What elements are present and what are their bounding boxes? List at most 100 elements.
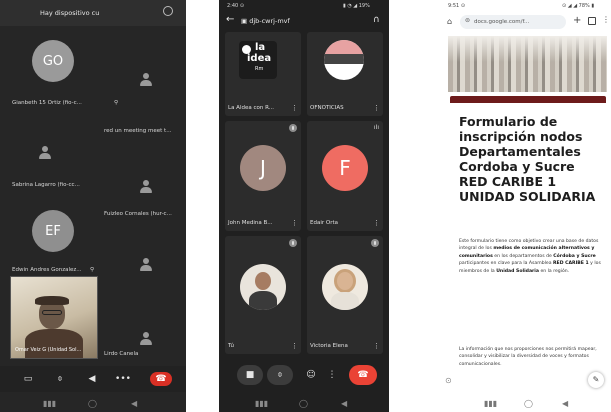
- banner-band: [324, 54, 364, 64]
- speaker-icon[interactable]: ◀: [83, 372, 101, 386]
- form-title: Formulario de inscripción nodos Departam…: [459, 114, 596, 204]
- header-title: Hay dispositivo cu: [40, 9, 100, 17]
- profile-photo: [240, 264, 286, 310]
- glasses: [42, 310, 62, 315]
- photo-body: [249, 291, 277, 310]
- tabs-icon[interactable]: [588, 17, 596, 25]
- headphones-icon[interactable]: ∩: [373, 15, 380, 25]
- participant-name: Edair Orta: [310, 220, 338, 226]
- pin-icon[interactable]: ⚲: [90, 267, 94, 273]
- end-call-icon[interactable]: ☎: [349, 365, 377, 385]
- avatar: EF: [32, 210, 74, 252]
- person-icon: [39, 146, 51, 160]
- tile-menu-icon[interactable]: ⋮: [373, 342, 380, 350]
- status-bar: 2:40 ⊙ ▮ ◔ ◢ 19%: [219, 0, 389, 12]
- pin-icon[interactable]: ⚲: [114, 100, 118, 106]
- back-icon[interactable]: ◀: [341, 399, 347, 408]
- tile-menu-icon[interactable]: ⋮: [373, 104, 380, 112]
- logo-text: la: [255, 42, 266, 53]
- home-icon[interactable]: ◯: [524, 399, 533, 408]
- recent-apps-icon[interactable]: ▮▮▮: [43, 399, 56, 408]
- avatar: GO: [32, 40, 74, 82]
- form-description: Este formulario tiene como objetivo crea…: [459, 238, 605, 275]
- avatar-initials: EF: [45, 223, 61, 239]
- meeting-code[interactable]: ▣ djb-cwrj-mvf: [241, 17, 290, 25]
- back-icon[interactable]: ◀: [562, 399, 568, 408]
- call-controls: ▭ ⌽ ◀ ••• ☎: [0, 366, 186, 392]
- call-controls: ■ ⌽ ☺ ⋮ ☎: [225, 364, 383, 388]
- text-run: participantes en clave para la Asamblea: [459, 261, 554, 267]
- participant-name: Gianbeth 15 Ortiz (fio-c...: [12, 100, 82, 106]
- participant-name: Victoria Elena: [310, 343, 348, 349]
- tile-menu-icon[interactable]: ⋮: [291, 219, 298, 227]
- more-icon[interactable]: •••: [114, 372, 132, 386]
- status-icons: ▮ ◔ ◢ 19%: [343, 3, 370, 9]
- participant-tile[interactable]: ıIı F Edair Orta ⋮: [307, 121, 383, 231]
- avatar: J: [240, 145, 286, 191]
- meet-grid-screen: 2:40 ⊙ ▮ ◔ ◢ 19% ← ▣ djb-cwrj-mvf ∩ la i…: [219, 0, 389, 412]
- avatar-initial: J: [260, 156, 266, 180]
- tile-menu-icon[interactable]: ⋮: [291, 104, 298, 112]
- menu-icon[interactable]: ⋮: [602, 15, 610, 24]
- emoji-icon[interactable]: ☺: [302, 365, 320, 385]
- form-accent-bar: [450, 96, 606, 103]
- participant-tile[interactable]: Tú ⋮: [225, 236, 301, 354]
- muted-mic-icon: [289, 124, 297, 132]
- new-tab-icon[interactable]: +: [573, 15, 581, 26]
- text-run: en los departamentos de: [492, 253, 554, 259]
- participant-tile[interactable]: J John Medina B... ⋮: [225, 121, 301, 231]
- status-bar: 9:51 ⊙ ⊙ ◢ ◢ 78% ▮: [442, 0, 611, 12]
- tile-menu-icon[interactable]: ⋮: [373, 219, 380, 227]
- participant-tile[interactable]: la idea Rm La Aldea con R... ⋮: [225, 32, 301, 116]
- recent-apps-icon[interactable]: ▮▮▮: [484, 399, 497, 408]
- avatar-initial: F: [339, 156, 351, 180]
- recent-apps-icon[interactable]: ▮▮▮: [255, 399, 268, 408]
- participant-tile[interactable]: OFNOTICIAS ⋮: [307, 32, 383, 116]
- bold-text: Córdoba y Sucre: [553, 253, 596, 259]
- person-icon: [140, 258, 152, 272]
- edit-icon[interactable]: ✎: [588, 372, 604, 388]
- person-hair: [35, 296, 69, 305]
- status-time: 2:40 ⊙: [227, 3, 245, 9]
- google-form-screen: 9:51 ⊙ ⊙ ◢ ◢ 78% ▮ ⌂ ⊜ docs.google.com/f…: [442, 0, 611, 412]
- avatar-initials: GO: [42, 53, 64, 69]
- ofnoticias-logo: [324, 40, 364, 80]
- home-icon[interactable]: ◯: [299, 399, 308, 408]
- end-call-icon[interactable]: ☎: [150, 372, 172, 386]
- aldea-logo: la idea Rm: [239, 41, 277, 79]
- back-icon[interactable]: ◀: [131, 399, 137, 408]
- muted-mic-icon: [289, 239, 297, 247]
- muted-mic-icon: [371, 239, 379, 247]
- profile-photo: [322, 264, 368, 310]
- sky-fade: [448, 36, 607, 62]
- logo-text: Rm: [255, 66, 264, 72]
- camera-icon[interactable]: ■: [237, 365, 263, 385]
- person-icon: [140, 73, 152, 87]
- participant-name: Tú: [228, 343, 235, 349]
- mic-icon[interactable]: ⌽: [267, 365, 293, 385]
- address-bar[interactable]: ⊜ docs.google.com/f...: [460, 15, 566, 29]
- bold-text: RED CARIBE 1: [553, 261, 589, 267]
- more-icon[interactable]: ⋮: [325, 365, 339, 385]
- home-icon[interactable]: ◯: [88, 399, 97, 408]
- camera-off-icon[interactable]: ▭: [19, 372, 37, 386]
- site-info-icon[interactable]: ⊜: [465, 17, 470, 24]
- cast-icon[interactable]: [163, 6, 173, 16]
- self-view-tile[interactable]: Omar Veiz G (Unidad Sol...: [10, 276, 98, 359]
- person-icon: [140, 332, 152, 346]
- status-icons: ⊙ ◢ ◢ 78% ▮: [562, 3, 595, 9]
- audio-level-icon: ıIı: [373, 124, 379, 131]
- person-body: [25, 329, 83, 358]
- participant-name: red un meeting meet t...: [104, 128, 172, 134]
- participant-name: Fuizleo Cornales (hur-c...: [104, 211, 172, 217]
- help-icon[interactable]: ⊙: [445, 376, 452, 385]
- tile-menu-icon[interactable]: ⋮: [291, 342, 298, 350]
- participant-tile[interactable]: Victoria Elena ⋮: [307, 236, 383, 354]
- participant-name: Edwin Andres Gonzalez...: [12, 267, 82, 273]
- home-icon[interactable]: ⌂: [447, 17, 452, 26]
- meet-participant-list-screen: Hay dispositivo cu GO Gianbeth 15 Ortiz …: [0, 0, 186, 412]
- photo-face: [255, 272, 271, 290]
- back-arrow-icon[interactable]: ←: [226, 14, 234, 25]
- mic-off-icon[interactable]: ⌽: [51, 372, 69, 386]
- text-run: en la región.: [538, 268, 570, 274]
